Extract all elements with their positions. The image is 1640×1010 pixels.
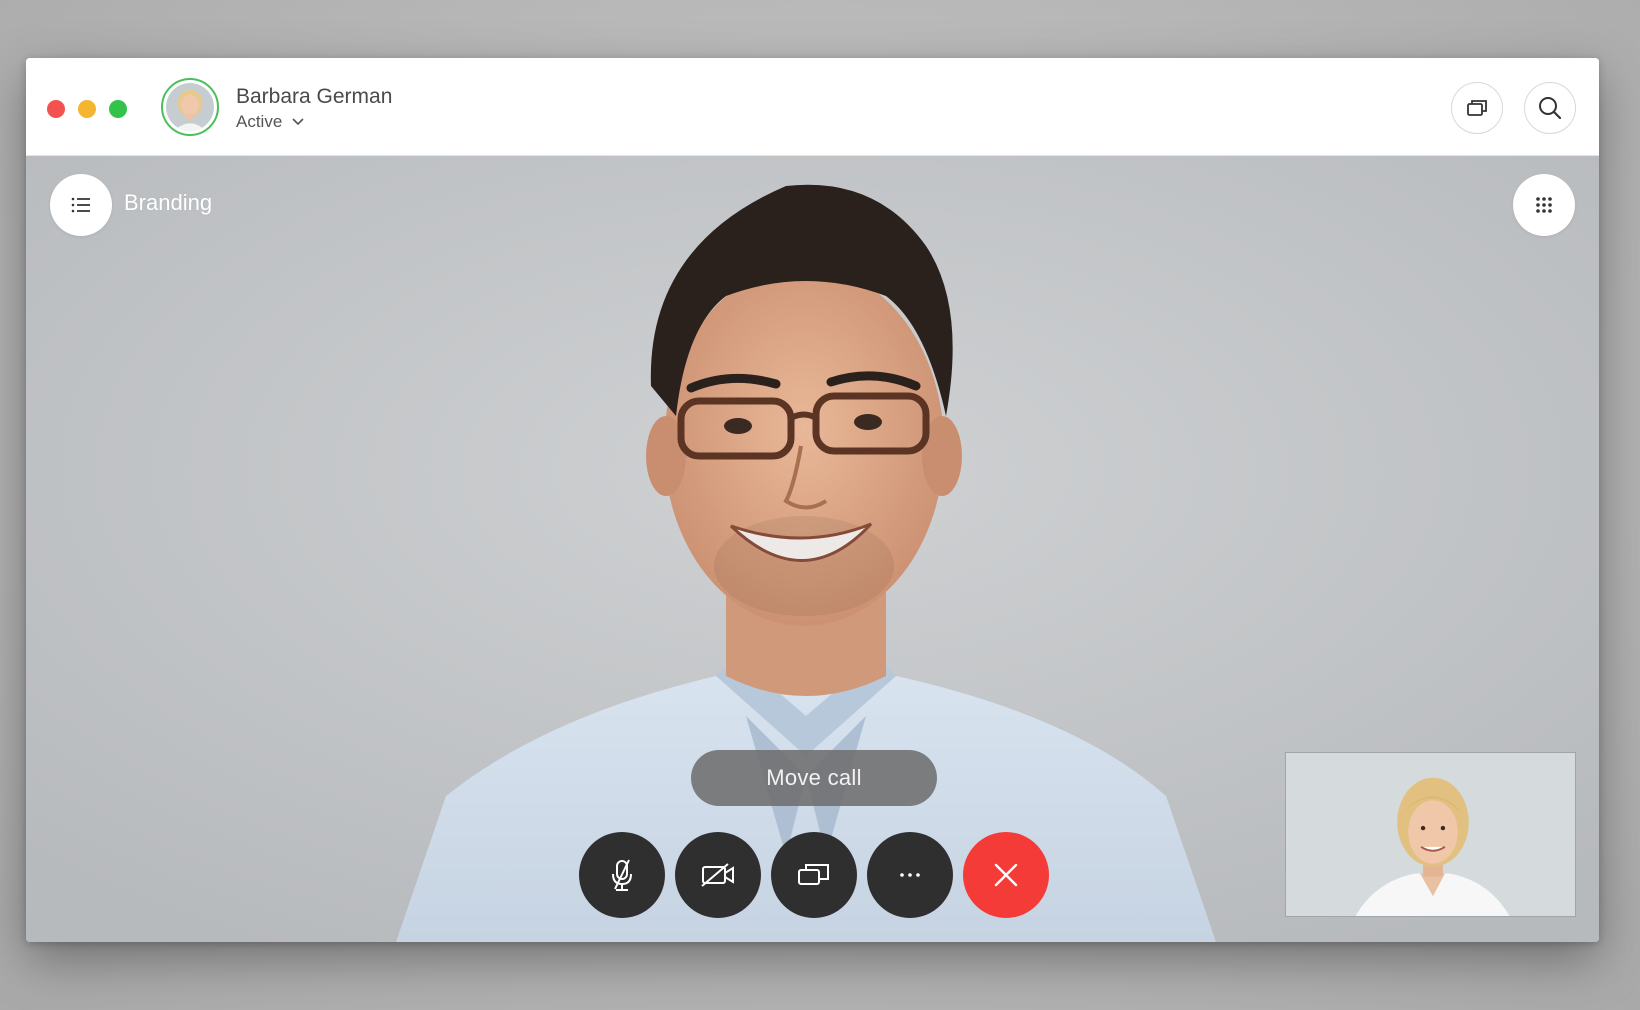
window-stack-icon <box>1467 100 1487 116</box>
move-call-tooltip: Move call <box>691 750 937 806</box>
share-screen-button[interactable] <box>771 832 857 918</box>
avatar[interactable] <box>161 78 219 136</box>
mute-button[interactable] <box>579 832 665 918</box>
call-controls <box>579 832 1049 918</box>
share-screen-icon <box>798 864 829 885</box>
user-name: Barbara German <box>236 85 393 108</box>
stop-video-button[interactable] <box>675 832 761 918</box>
self-view-video <box>1286 753 1575 916</box>
camera-off-icon <box>701 863 734 887</box>
search-icon <box>1539 97 1562 120</box>
video-stage: Branding Move call <box>26 156 1599 942</box>
status-label: Active <box>236 112 283 131</box>
close-icon <box>994 863 1018 887</box>
maximize-window-button[interactable] <box>109 100 127 118</box>
grid-dots-icon <box>1536 197 1552 213</box>
pop-out-button[interactable] <box>1451 82 1503 134</box>
apps-button[interactable] <box>1513 174 1575 236</box>
close-window-button[interactable] <box>47 100 65 118</box>
search-button[interactable] <box>1524 82 1576 134</box>
title-bar: Barbara German Active <box>26 58 1599 156</box>
space-list-button[interactable] <box>50 174 112 236</box>
app-window: Barbara German Active Branding Move call <box>26 58 1599 942</box>
end-call-button[interactable] <box>963 832 1049 918</box>
self-view[interactable] <box>1285 752 1576 917</box>
window-controls <box>47 100 127 118</box>
microphone-muted-icon <box>612 859 632 891</box>
minimize-window-button[interactable] <box>78 100 96 118</box>
more-options-button[interactable] <box>867 832 953 918</box>
chevron-down-icon <box>292 118 304 126</box>
ellipsis-icon <box>900 873 920 877</box>
presence-status[interactable]: Active <box>236 112 304 132</box>
space-name: Branding <box>124 190 213 215</box>
list-icon <box>71 197 90 213</box>
